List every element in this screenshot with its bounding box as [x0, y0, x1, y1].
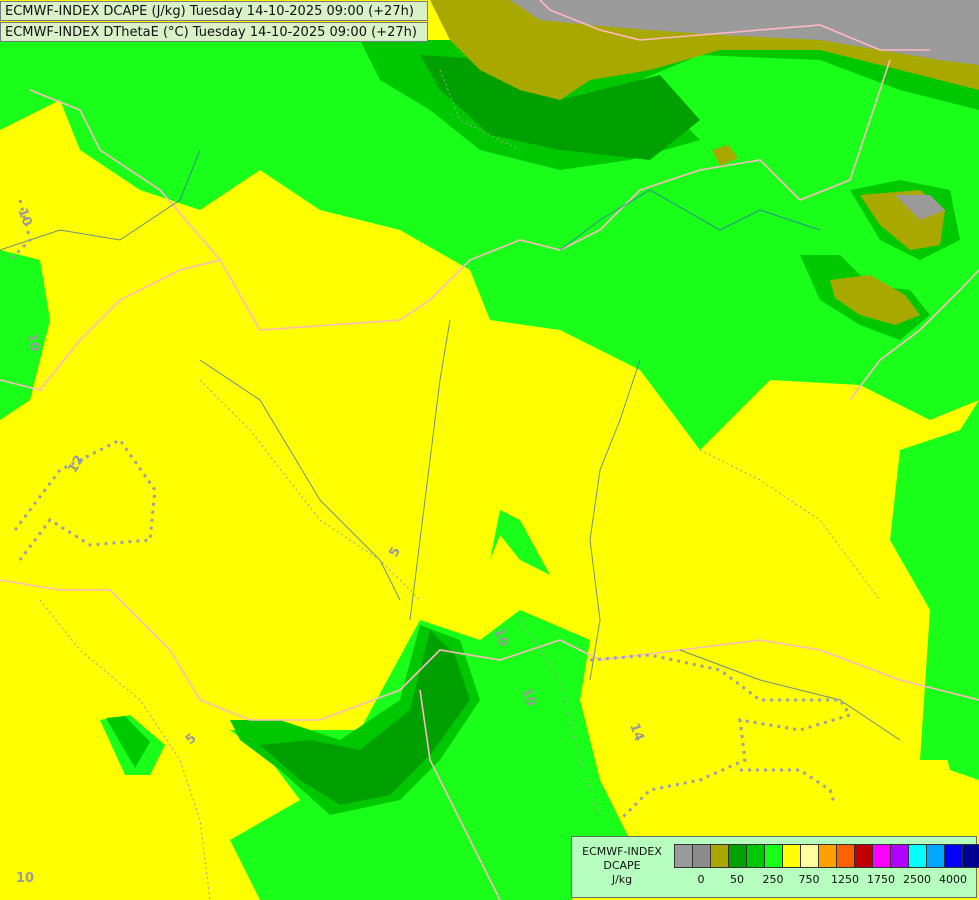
legend-swatch: [855, 845, 873, 867]
legend-swatch: [927, 845, 945, 867]
legend-swatch: [765, 845, 783, 867]
legend-swatch: [891, 845, 909, 867]
legend-tick-label: 1250: [831, 873, 859, 886]
legend-swatch: [873, 845, 891, 867]
legend-color-bar: [674, 844, 979, 868]
weather-map: 10 12 10 5 5 10 10 14 10: [0, 0, 979, 900]
legend-tick-label: 0: [697, 873, 705, 886]
legend-model: ECMWF-INDEX: [582, 845, 662, 858]
legend-tick-label: 250: [762, 873, 784, 886]
legend-swatch: [783, 845, 801, 867]
color-legend: ECMWF-INDEX DCAPE J/kg 0 50 250 750 1250 1750…: [571, 836, 979, 898]
legend-swatch: [747, 845, 765, 867]
legend-ticks: 0 50 250 750 1250 1750 2500 4000: [674, 873, 978, 889]
legend-swatch: [819, 845, 837, 867]
legend-tick-label: 2500: [903, 873, 931, 886]
legend-tick-label: 50: [730, 873, 744, 886]
legend-tick-label: 750: [798, 873, 820, 886]
contour-label: 10: [16, 871, 34, 886]
map-title-dcape: ECMWF-INDEX DCAPE (J/kg) Tuesday 14-10-2…: [0, 1, 428, 21]
legend-parameter: DCAPE: [603, 859, 641, 872]
legend-tick-label: 4000: [939, 873, 967, 886]
legend-tick-label: 1750: [867, 873, 895, 886]
legend-swatch: [945, 845, 963, 867]
legend-swatch: [711, 845, 729, 867]
map-title-dthetae: ECMWF-INDEX DThetaE (°C) Tuesday 14-10-2…: [0, 22, 428, 42]
legend-swatch: [693, 845, 711, 867]
legend-swatch: [729, 845, 747, 867]
contour-label: 10: [24, 332, 42, 352]
legend-swatch: [909, 845, 927, 867]
legend-label: ECMWF-INDEX DCAPE J/kg: [572, 845, 672, 887]
legend-swatch: [837, 845, 855, 867]
legend-swatch: [675, 845, 693, 867]
legend-unit: J/kg: [611, 873, 633, 886]
legend-swatch: [963, 845, 979, 867]
legend-swatch: [801, 845, 819, 867]
